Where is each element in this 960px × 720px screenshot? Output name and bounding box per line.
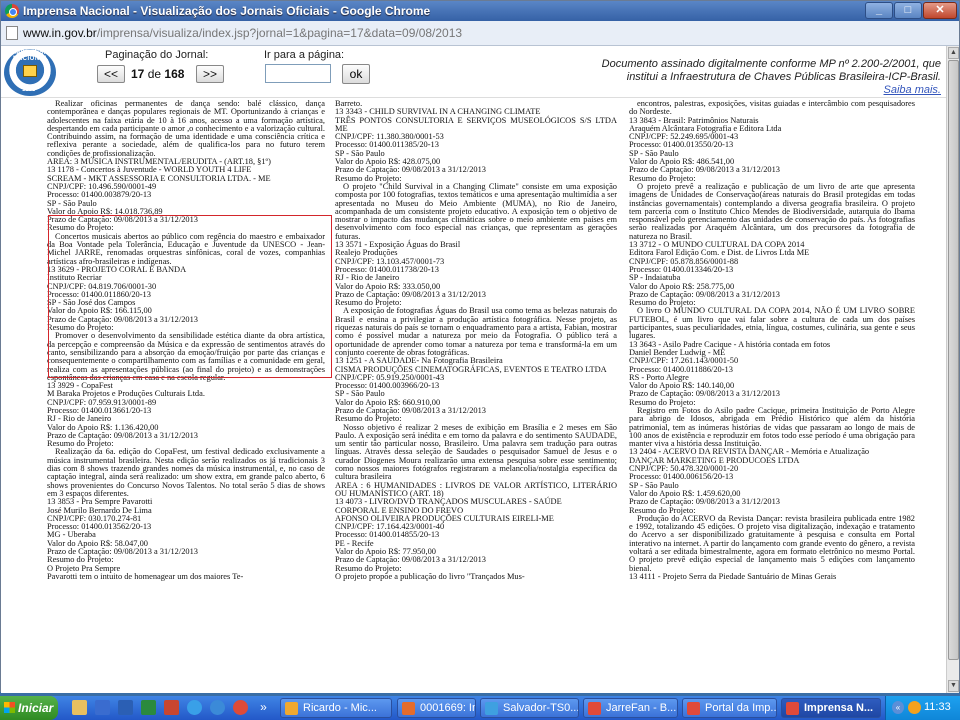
word-icon[interactable] xyxy=(118,700,133,715)
scroll-up-arrow[interactable]: ▲ xyxy=(948,47,959,59)
windows-taskbar: Iniciar » Ricardo - Mic... 0001669: Im...… xyxy=(0,696,960,720)
title-bar[interactable]: Imprensa Nacional - Visualização dos Jor… xyxy=(1,1,959,21)
imprensa-nacional-logo: IMPRENSA NACIONAL 1808 xyxy=(4,49,56,96)
journal-paragraph: TRÊS PONTOS CONSULTORIA E SERVIÇOS MUSEO… xyxy=(335,115,617,133)
chrome-icon xyxy=(5,4,19,18)
signature-line-1: Documento assinado digitalmente conforme… xyxy=(601,58,941,70)
url-host: www.in.gov.br xyxy=(23,26,97,40)
page-counter: 17 de 168 xyxy=(131,67,184,81)
task-app-icon xyxy=(687,702,700,715)
taskbar-task[interactable]: Portal da Imp... xyxy=(682,698,777,718)
journal-paragraph: A exposição de fotografias Águas do Bras… xyxy=(335,306,617,357)
task-app-icon xyxy=(285,702,298,715)
goto-ok-button[interactable]: ok xyxy=(342,64,370,84)
taskbar-task[interactable]: Imprensa N... xyxy=(781,698,881,718)
browser-window: Imprensa Nacional - Visualização dos Jor… xyxy=(0,0,960,693)
excel-icon[interactable] xyxy=(141,700,156,715)
chrome-quick-icon[interactable] xyxy=(233,700,248,715)
journal-paragraph: O projeto propõe a publicação do livro "… xyxy=(335,571,525,581)
previous-page-button[interactable]: << xyxy=(97,65,125,83)
close-button[interactable]: ✕ xyxy=(923,2,957,19)
notification-icon[interactable] xyxy=(908,701,921,714)
pagination-label: Paginação do Jornal: xyxy=(105,49,209,61)
journal-paragraph: Pavarotti tem o intuito de homenagear um… xyxy=(47,571,244,581)
learn-more-link[interactable]: Saiba mais. xyxy=(561,84,941,97)
task-app-icon xyxy=(485,702,498,715)
logo-year: 1808 xyxy=(22,87,36,93)
journal-page: Realizar oficinas permanentes de dança s… xyxy=(41,98,946,693)
task-app-icon xyxy=(588,702,601,715)
journal-paragraph: encontros, palestras, exposições, visita… xyxy=(629,99,915,117)
journal-paragraph: O livro O MUNDO CULTURAL DA COPA 2014, N… xyxy=(629,306,915,341)
goto-page-label: Ir para a página: xyxy=(264,49,345,61)
minimize-button[interactable]: _ xyxy=(865,2,893,19)
task-label: 0001669: Im... xyxy=(420,702,475,714)
taskbar-task[interactable]: Salvador-TS0... xyxy=(480,698,579,718)
browser-icon[interactable] xyxy=(210,700,225,715)
address-bar[interactable]: www.in.gov.br/imprensa/visualiza/index.j… xyxy=(1,21,959,46)
task-app-icon xyxy=(402,702,415,715)
book-icon xyxy=(23,65,37,77)
task-app-icon xyxy=(786,702,799,715)
maximize-button[interactable]: □ xyxy=(894,2,922,19)
of-text: de xyxy=(147,67,162,81)
computer-icon[interactable] xyxy=(95,700,110,715)
journal-paragraph: Realizar oficinas permanentes de dança s… xyxy=(47,99,325,158)
journal-paragraph: 13 4111 - Projeto Serra da Piedade Santu… xyxy=(629,571,837,581)
task-label: Salvador-TS0... xyxy=(503,702,579,714)
tray-expand-icon[interactable]: « xyxy=(892,701,904,714)
window-title: Imprensa Nacional - Visualização dos Jor… xyxy=(23,4,431,18)
page-icon xyxy=(6,26,18,40)
taskbar-task[interactable]: 0001669: Im... xyxy=(397,698,476,718)
total-pages: 168 xyxy=(164,67,185,81)
journal-paragraph: AREA : 6 HUMANIDADES : LIVROS DE VALOR A… xyxy=(335,480,617,498)
goto-page-input[interactable] xyxy=(265,64,331,83)
folder-icon[interactable] xyxy=(72,700,87,715)
scrollbar-thumb[interactable] xyxy=(948,60,959,660)
journal-paragraph: Produção do ACERVO da Revista Dançar: re… xyxy=(629,513,915,573)
journal-paragraph: O projeto "Child Survival in a Changing … xyxy=(335,181,617,241)
clock: 11:33 xyxy=(924,701,951,713)
ie-icon[interactable] xyxy=(187,700,202,715)
taskbar-task[interactable]: Ricardo - Mic... xyxy=(280,698,392,718)
journal-column-2: Barreto. 13 3343 - CHILD SURVIVAL IN A CH… xyxy=(335,99,617,581)
app-icon[interactable] xyxy=(164,700,179,715)
page-content: IMPRENSA NACIONAL 1808 Paginação do Jorn… xyxy=(1,46,946,693)
scroll-down-arrow[interactable]: ▼ xyxy=(948,680,959,692)
signature-line-2: institui a Infraestrutura de Chaves Públ… xyxy=(626,71,941,83)
system-tray: « 11:33 xyxy=(885,696,960,720)
journal-paragraph: Nosso objetivo é realizar 2 meses de exi… xyxy=(335,422,617,482)
journal-paragraph: Processo: 01400.014855/20-13 xyxy=(335,530,440,540)
url-path: /imprensa/visualiza/index.jsp?jornal=1&p… xyxy=(96,26,463,40)
journal-column-3: encontros, palestras, exposições, visita… xyxy=(629,99,915,581)
journal-paragraph: Realização da 6a. edição do CopaFest, um… xyxy=(47,447,325,498)
digital-signature-note: Documento assinado digitalmente conforme… xyxy=(561,58,941,97)
more-quicklaunch-icon[interactable]: » xyxy=(256,700,271,715)
url-text[interactable]: www.in.gov.br/imprensa/visualiza/index.j… xyxy=(23,26,462,40)
taskbar-task[interactable]: JarreFan - B... xyxy=(583,698,678,718)
current-page: 17 xyxy=(131,67,145,81)
start-button[interactable]: Iniciar xyxy=(0,696,58,720)
next-page-button[interactable]: >> xyxy=(196,65,224,83)
task-label: Portal da Imp... xyxy=(705,702,777,714)
task-label: Ricardo - Mic... xyxy=(303,702,377,714)
logo-text: IMPRENSA NACIONAL xyxy=(13,50,49,62)
task-label: JarreFan - B... xyxy=(606,702,677,714)
highlight-annotation xyxy=(48,215,332,378)
task-label: Imprensa N... xyxy=(804,702,874,714)
viewer-toolbar: IMPRENSA NACIONAL 1808 Paginação do Jorn… xyxy=(1,46,946,98)
vertical-scrollbar[interactable]: ▲ ▼ xyxy=(946,46,959,693)
journal-paragraph: Registro em Fotos do Asilo padre Cacique… xyxy=(629,405,915,449)
journal-paragraph: O projeto prevê a realização e publicaçã… xyxy=(629,181,915,241)
